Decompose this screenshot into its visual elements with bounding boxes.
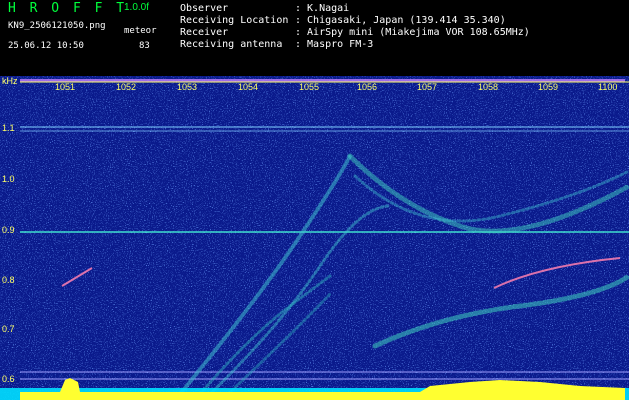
x-tick-1059: 1059 bbox=[538, 82, 558, 92]
y-tick-1-1: 1.1 bbox=[2, 123, 15, 133]
x-tick-1055: 1055 bbox=[299, 82, 319, 92]
y-tick-0-6: 0.6 bbox=[2, 374, 15, 384]
y-unit-label: kHz bbox=[2, 76, 18, 86]
info-key-location: Receiving Location bbox=[180, 15, 289, 26]
info-value-receiver: : AirSpy mini (Miakejima VOR 108.65MHz) bbox=[295, 27, 530, 38]
y-tick-0-9: 0.9 bbox=[2, 225, 15, 235]
app-version: 1.0.0f bbox=[124, 2, 150, 13]
file-name: KN9_2506121050.png bbox=[8, 21, 106, 31]
y-tick-0-8: 0.8 bbox=[2, 275, 15, 285]
spectrogram: kHz 1.1 1.0 0.9 0.8 0.7 0.6 1051 1052 10… bbox=[0, 76, 629, 400]
x-tick-1051: 1051 bbox=[55, 82, 75, 92]
info-key-receiver: Receiver bbox=[180, 27, 229, 38]
header-panel: H R O F F T 1.0.0f KN9_2506121050.png 25… bbox=[0, 0, 629, 76]
info-value-observer: : K.Nagai bbox=[295, 3, 350, 14]
info-key-observer: Observer bbox=[180, 3, 229, 14]
x-tick-1057: 1057 bbox=[417, 82, 437, 92]
x-tick-1058: 1058 bbox=[478, 82, 498, 92]
x-tick-1056: 1056 bbox=[357, 82, 377, 92]
y-tick-1-0: 1.0 bbox=[2, 174, 15, 184]
y-tick-0-7: 0.7 bbox=[2, 324, 15, 334]
noise-layer-2 bbox=[0, 76, 629, 400]
app-logo: H R O F F T bbox=[8, 1, 128, 16]
meteor-count: 83 bbox=[139, 41, 150, 51]
x-tick-1054: 1054 bbox=[238, 82, 258, 92]
x-tick-1100: 1100 bbox=[598, 82, 617, 92]
date-time: 25.06.12 10:50 bbox=[8, 41, 84, 51]
info-value-antenna: : Maspro FM-3 bbox=[295, 39, 374, 50]
x-tick-1053: 1053 bbox=[177, 82, 197, 92]
info-value-location: : Chigasaki, Japan (139.414 35.340) bbox=[295, 15, 506, 26]
x-tick-1052: 1052 bbox=[116, 82, 136, 92]
meteor-label: meteor bbox=[124, 26, 157, 36]
info-key-antenna: Receiving antenna bbox=[180, 39, 283, 50]
